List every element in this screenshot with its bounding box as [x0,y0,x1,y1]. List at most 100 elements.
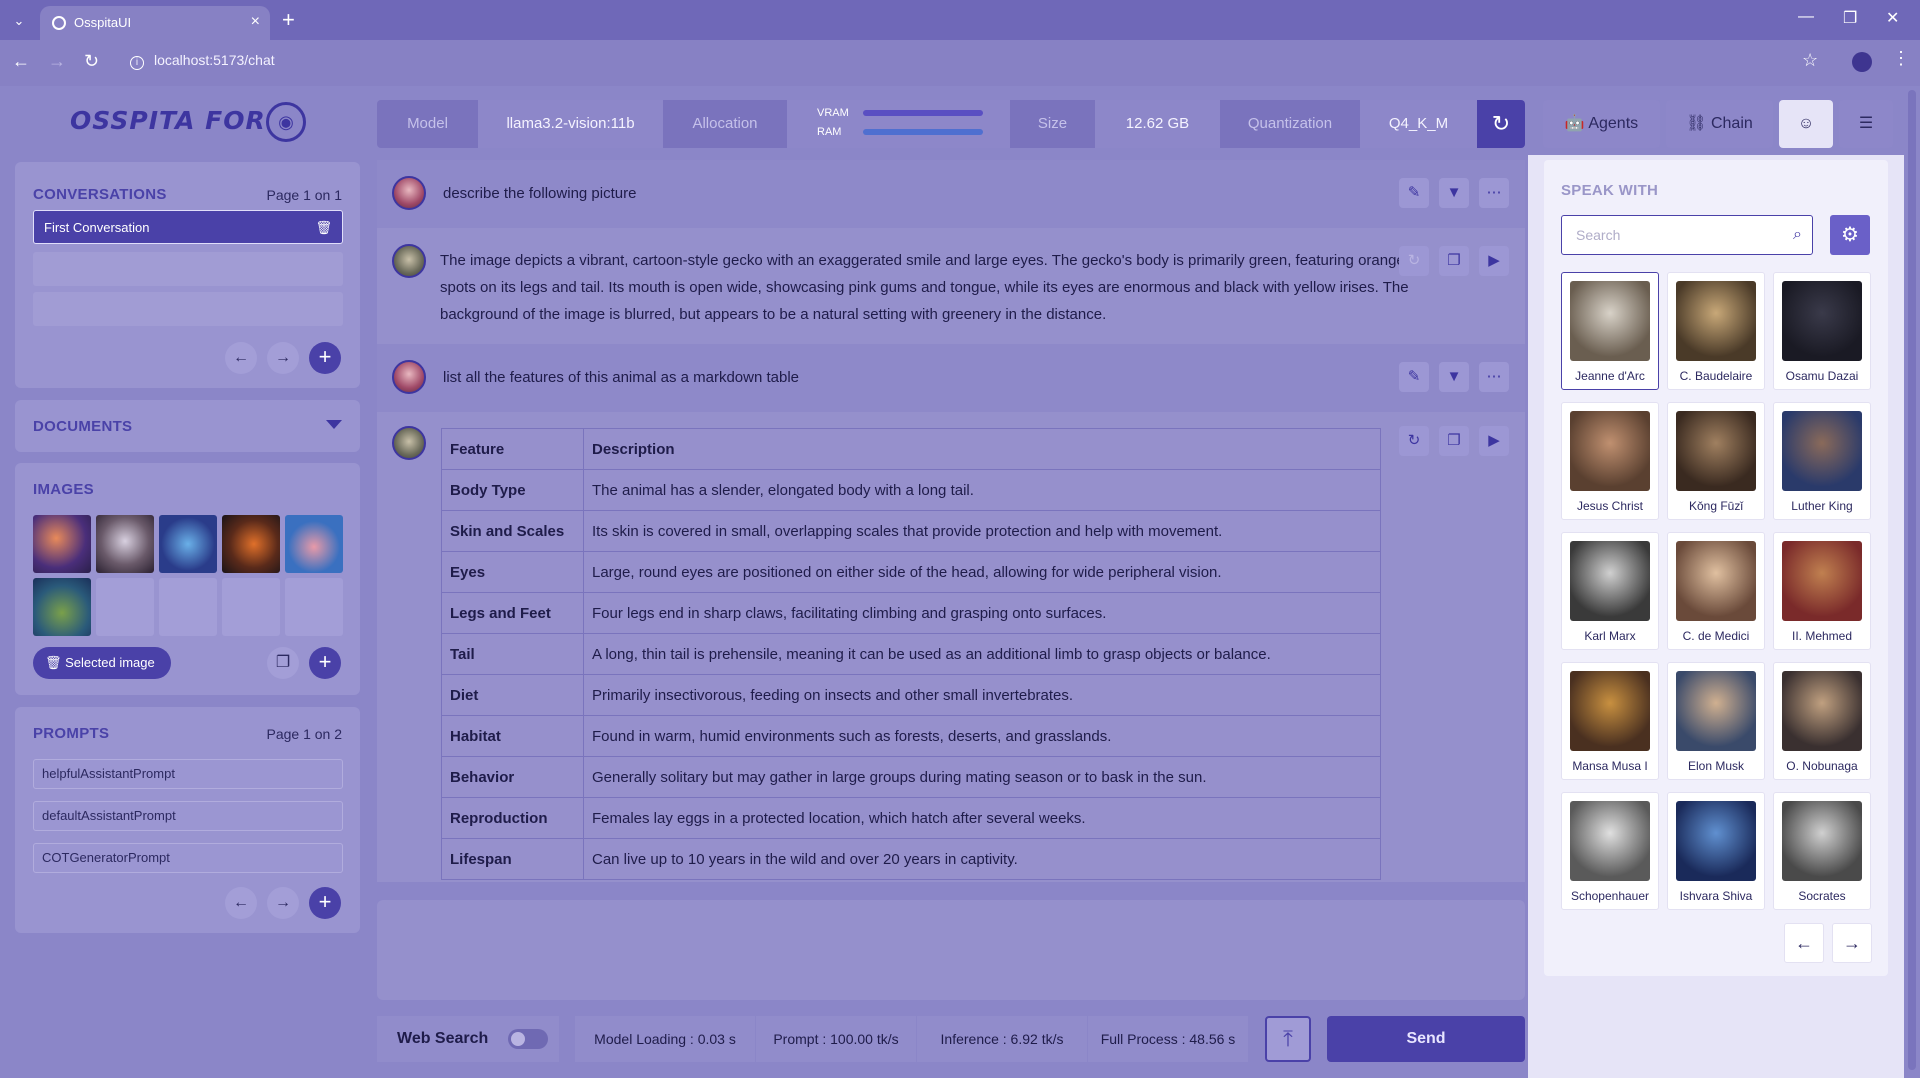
chevron-down-icon[interactable] [326,420,342,429]
web-search-toggle[interactable] [508,1028,549,1049]
settings-tab[interactable]: ☰ [1839,100,1893,148]
gear-icon[interactable]: ⚙ [1830,215,1870,255]
tab-close-icon[interactable]: × [251,13,260,31]
image-thumbnail[interactable] [96,515,154,573]
image-thumbnail[interactable] [33,515,91,573]
copy-image-button[interactable]: ❐ [267,647,299,679]
description-cell: Females lay eggs in a protected location… [583,797,1381,839]
description-cell: A long, thin tail is prehensile, meaning… [583,633,1381,675]
add-image-button[interactable]: + [309,647,341,679]
agents-tab[interactable]: 🤖 Agents [1543,100,1660,148]
page-scrollbar[interactable] [1904,86,1920,1078]
agent-card[interactable]: II. Mehmed [1773,532,1871,650]
bookmark-star-icon[interactable]: ☆ [1802,50,1818,71]
chain-tab[interactable]: ⛓ Chain [1666,100,1773,148]
image-thumbnail[interactable] [285,515,343,573]
play-icon[interactable]: ▶ [1479,426,1509,456]
prompt-item[interactable]: defaultAssistantPrompt [33,801,343,831]
right-toolbar: 🤖 Agents ⛓ Chain ☺ ☰ [1543,100,1903,148]
agent-card[interactable]: Elon Musk [1667,662,1765,780]
profile-icon[interactable] [1852,52,1872,72]
next-page-button[interactable]: → [1832,923,1872,963]
agent-card[interactable]: Socrates [1773,792,1871,910]
agent-portrait [1676,281,1756,361]
image-thumbnail[interactable] [159,515,217,573]
image-thumbnail[interactable] [33,578,91,636]
model-value[interactable]: llama3.2-vision:11b [478,100,663,148]
table-row: Lifespan Can live up to 10 years in the w… [441,838,1381,880]
assistant-message: The image depicts a vibrant, cartoon-sty… [377,228,1525,344]
documents-card[interactable]: DOCUMENTS [15,400,360,452]
mask-icon: ☺ [1797,115,1815,132]
agent-card[interactable]: Osamu Dazai [1773,272,1871,390]
add-prompt-button[interactable]: + [309,887,341,919]
reload-icon[interactable]: ↻ [84,51,99,72]
delete-conversation-icon[interactable]: 🗑 [315,211,332,245]
prompt-item[interactable]: COTGeneratorPrompt [33,843,343,873]
full-process-stat: Full Process : 48.56 s [1088,1016,1248,1062]
new-tab-icon[interactable]: + [282,7,295,33]
tab-search-icon[interactable]: ⌄ [8,10,30,32]
back-icon[interactable]: ← [12,51,30,72]
close-window-icon[interactable]: ✕ [1886,8,1899,28]
minimize-icon[interactable]: — [1798,8,1814,26]
next-page-button[interactable]: → [267,887,299,919]
forward-icon[interactable]: → [48,51,66,72]
description-cell: Four legs end in sharp claws, facilitati… [583,592,1381,634]
more-icon[interactable]: ⋯ [1479,178,1509,208]
agent-card[interactable]: O. Nobunaga [1773,662,1871,780]
inference-speed-stat: Inference : 6.92 tk/s [917,1016,1087,1062]
send-button[interactable]: Send [1327,1016,1525,1062]
message-input[interactable] [377,900,1525,1000]
agent-card[interactable]: Kǒng Fūzǐ [1667,402,1765,520]
conversation-item[interactable]: First Conversation 🗑 [33,210,343,244]
agent-card[interactable]: Luther King [1773,402,1871,520]
agent-card[interactable]: C. de Medici [1667,532,1765,650]
agent-card[interactable]: Karl Marx [1561,532,1659,650]
speak-with-card: SPEAK WITH Search ⌕ ⚙ Jeanne d'Arc C. Bau… [1544,160,1888,976]
next-page-button[interactable]: → [267,342,299,374]
site-info-icon[interactable]: i [130,56,144,70]
edit-icon[interactable]: ✎ [1399,362,1429,392]
feature-cell: Legs and Feet [441,592,584,634]
agent-name: C. Baudelaire [1679,369,1753,383]
browser-menu-icon[interactable]: ⋮ [1892,48,1910,69]
prev-page-button[interactable]: ← [225,342,257,374]
browser-tab[interactable]: OsspitaUI × [40,6,270,40]
agent-card[interactable]: Schopenhauer [1561,792,1659,910]
agent-portrait [1676,411,1756,491]
prev-page-button[interactable]: ← [225,887,257,919]
refresh-model-button[interactable]: ↻ [1477,100,1525,148]
expand-icon[interactable]: ▼ [1439,362,1469,392]
play-icon[interactable]: ▶ [1479,246,1509,276]
copy-icon[interactable]: ❐ [1439,246,1469,276]
copy-icon[interactable]: ❐ [1439,426,1469,456]
expand-icon[interactable]: ▼ [1439,178,1469,208]
search-icon[interactable]: ⌕ [1793,216,1802,254]
agent-portrait [1570,541,1650,621]
feature-cell: Eyes [441,551,584,593]
regenerate-icon[interactable]: ↻ [1399,426,1429,456]
edit-icon[interactable]: ✎ [1399,178,1429,208]
table-header: Feature [441,428,584,470]
more-icon[interactable]: ⋯ [1479,362,1509,392]
agent-search-input[interactable]: Search ⌕ [1561,215,1813,255]
characters-tab[interactable]: ☺ [1779,100,1833,148]
agent-card[interactable]: Mansa Musa I [1561,662,1659,780]
table-row: Eyes Large, round eyes are positioned on … [441,551,1381,593]
prev-page-button[interactable]: ← [1784,923,1824,963]
agent-card[interactable]: C. Baudelaire [1667,272,1765,390]
scroll-top-button[interactable]: ⤒ [1265,1016,1311,1062]
agent-portrait [1570,411,1650,491]
agent-card[interactable]: Jeanne d'Arc [1561,272,1659,390]
restore-icon[interactable]: ❐ [1843,8,1857,28]
scrollbar-thumb[interactable] [1908,90,1916,1070]
agent-card[interactable]: Jesus Christ [1561,402,1659,520]
add-conversation-button[interactable]: + [309,342,341,374]
prompt-item[interactable]: helpfulAssistantPrompt [33,759,343,789]
url-field[interactable]: i localhost:5173/chat [130,52,275,70]
agent-card[interactable]: Ishvara Shiva [1667,792,1765,910]
selected-image-button[interactable]: 🗑 Selected image [33,647,171,679]
regenerate-icon[interactable]: ↻ [1399,246,1429,276]
image-thumbnail[interactable] [222,515,280,573]
